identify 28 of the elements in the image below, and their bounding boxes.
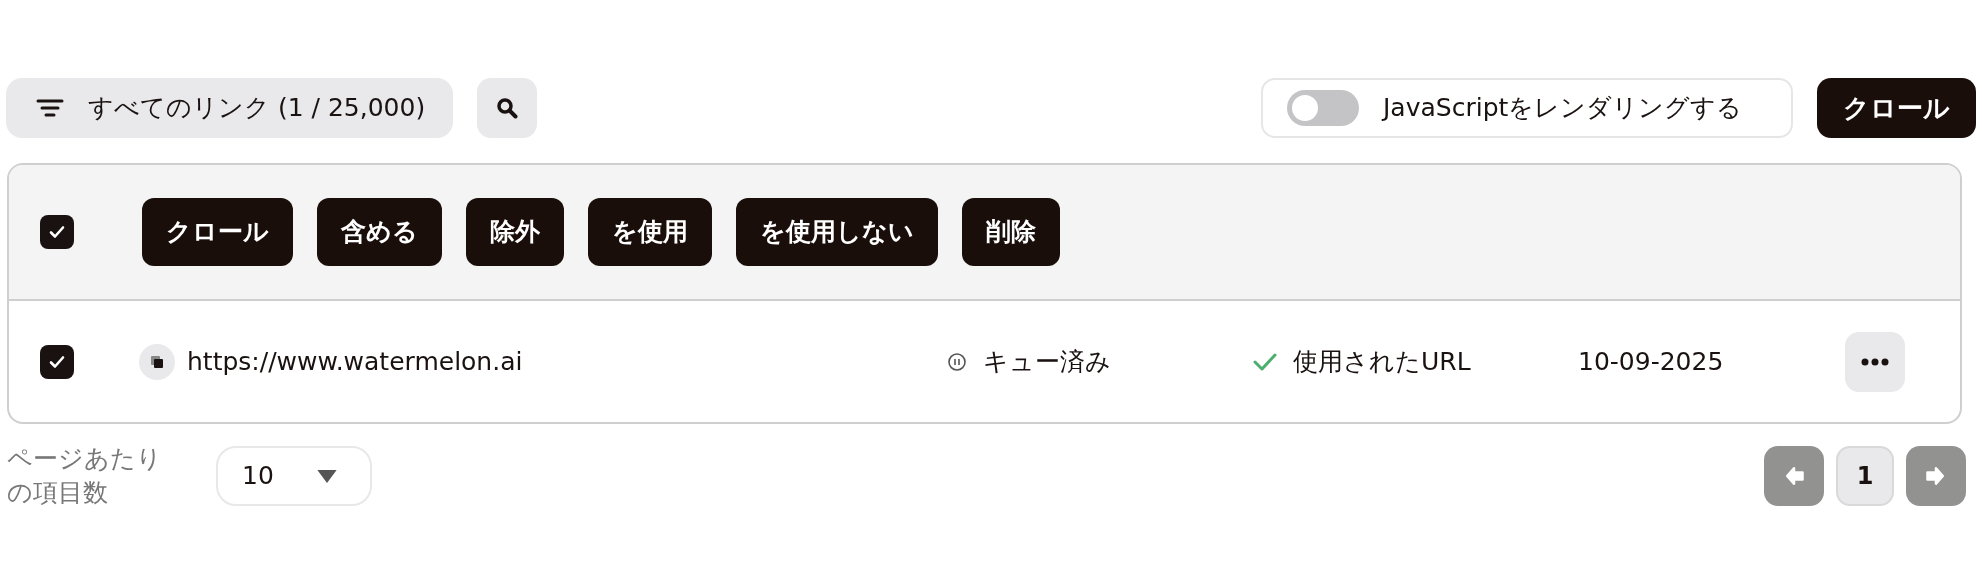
pause-icon	[947, 351, 967, 372]
filter-button[interactable]: すべてのリンク (1 / 25,000)	[6, 78, 453, 138]
page-icon	[139, 343, 175, 380]
checkbox[interactable]	[40, 215, 74, 249]
bulk-action-button[interactable]: 削除	[962, 198, 1060, 266]
more-button[interactable]	[1845, 331, 1905, 392]
bulk-action-button[interactable]: 含める	[317, 198, 442, 266]
bulk-action-button[interactable]: クロール	[142, 198, 293, 266]
search-button[interactable]	[477, 78, 537, 138]
bulk-action-button[interactable]: を使用	[588, 198, 712, 266]
filter-icon	[36, 98, 64, 118]
toggle-switch[interactable]	[1287, 90, 1359, 126]
bulk-action-button[interactable]: 除外	[466, 198, 564, 266]
checkbox[interactable]	[40, 344, 74, 379]
status-text: キュー済み	[983, 345, 1112, 378]
toggle-label: JavaScriptをレンダリングする	[1383, 92, 1743, 125]
bulk-action-button[interactable]: を使用しない	[736, 198, 938, 266]
caret-icon	[315, 468, 338, 484]
url-text: https://www.watermelon.ai	[187, 345, 524, 378]
search-icon	[495, 96, 519, 120]
per-page-label: ページあたりの項目数	[7, 443, 163, 509]
per-page-select[interactable]: 10	[216, 446, 372, 506]
crawl-button[interactable]: クロール	[1817, 78, 1976, 138]
check-icon	[1253, 351, 1277, 372]
usage-text: 使用されたURL	[1293, 345, 1472, 378]
date-text: 10-09-2025	[1578, 345, 1725, 378]
page-button[interactable]: 1	[1836, 446, 1894, 506]
more-icon	[1861, 357, 1889, 366]
